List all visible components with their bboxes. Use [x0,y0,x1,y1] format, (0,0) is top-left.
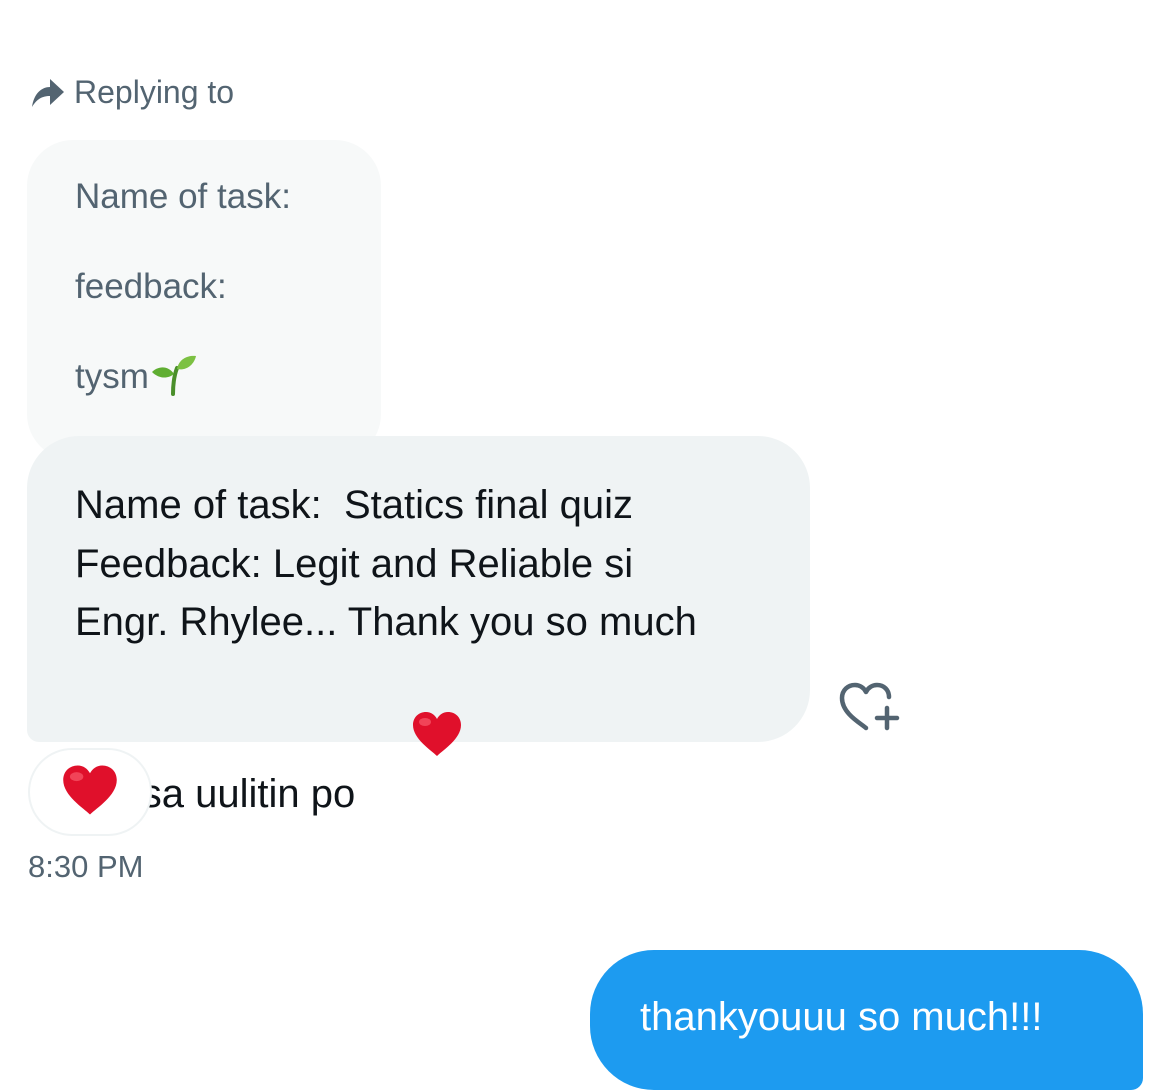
red-heart-icon [61,763,119,822]
red-heart-icon [366,652,462,834]
reply-arrow-icon [30,77,66,109]
quoted-line-task: Name of task: [75,177,291,216]
replying-to-header: Replying to [30,74,234,111]
quoted-line-feedback: feedback: [75,267,227,306]
reaction-pill[interactable] [28,748,152,836]
seedling-icon [151,354,197,407]
message-timestamp: 8:30 PM [28,849,144,884]
sent-message-bubble[interactable]: thankyouuu so much!!! [590,950,1143,1090]
add-reaction-button[interactable] [836,676,906,736]
quoted-line-thanks: tysm [75,354,333,407]
received-message-bubble[interactable]: Name of task: Statics final quiz Feedbac… [27,436,810,816]
replying-to-label: Replying to [74,74,235,110]
heart-plus-icon [836,682,906,740]
quoted-message-bubble[interactable]: Name of task: feedback: tysm [27,140,381,460]
sent-message-text: thankyouuu so much!!! [640,995,1043,1039]
